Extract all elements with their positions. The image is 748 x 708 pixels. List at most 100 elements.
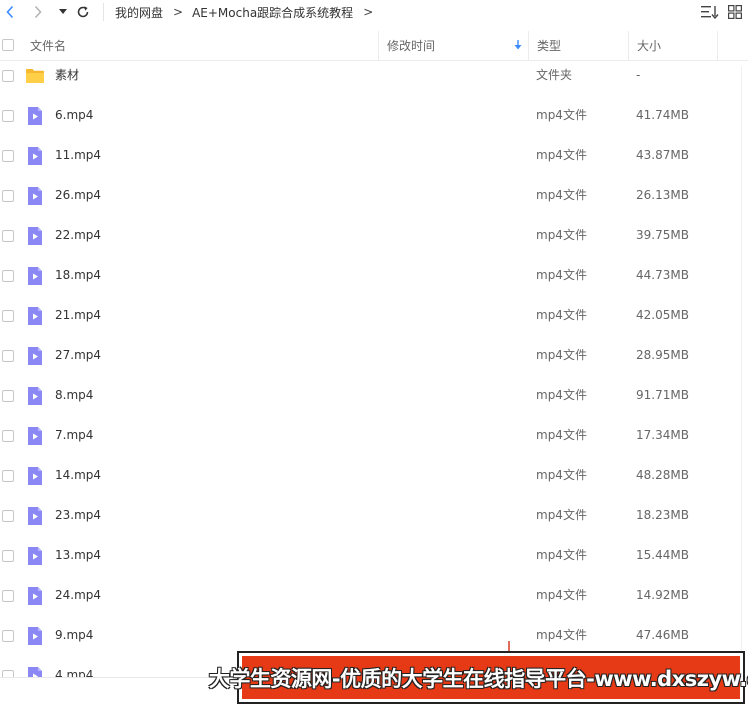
- file-type: mp4文件: [536, 268, 587, 282]
- file-name[interactable]: 21.mp4: [55, 302, 101, 329]
- file-type: mp4文件: [536, 468, 587, 482]
- file-name[interactable]: 18.mp4: [55, 262, 101, 289]
- row-checkbox[interactable]: [2, 150, 14, 162]
- file-size: 17.34MB: [636, 428, 689, 442]
- list-item[interactable]: 8.mp4 mp4文件 91.71MB: [0, 382, 748, 422]
- caret-down-icon: [59, 9, 67, 14]
- header-type[interactable]: 类型: [528, 31, 628, 60]
- file-size: 26.13MB: [636, 188, 689, 202]
- file-name[interactable]: 8.mp4: [55, 382, 93, 409]
- list-item[interactable]: 14.mp4 mp4文件 48.28MB: [0, 462, 748, 502]
- row-checkbox[interactable]: [2, 310, 14, 322]
- list-item[interactable]: 素材 文件夹 -: [0, 62, 748, 102]
- forward-button[interactable]: [30, 2, 46, 22]
- list-item[interactable]: 22.mp4 mp4文件 39.75MB: [0, 222, 748, 262]
- video-file-icon: [28, 467, 42, 485]
- arrow-down-icon: [514, 40, 522, 50]
- file-size: 44.73MB: [636, 268, 689, 282]
- header-size[interactable]: 大小: [628, 31, 718, 60]
- list-item[interactable]: 7.mp4 mp4文件 17.34MB: [0, 422, 748, 462]
- video-file-icon: [28, 147, 42, 165]
- watermark-inner: 大学生资源网-优质的大学生在线指导平台-www.dxszyw.cn: [209, 656, 748, 699]
- file-name[interactable]: 9.mp4: [55, 622, 93, 649]
- sort-button[interactable]: [700, 3, 720, 21]
- file-size: 15.44MB: [636, 548, 689, 562]
- file-name[interactable]: 26.mp4: [55, 182, 101, 209]
- select-all-checkbox[interactable]: [2, 39, 14, 51]
- file-type: mp4文件: [536, 228, 587, 242]
- file-name[interactable]: 11.mp4: [55, 142, 101, 169]
- refresh-icon: [77, 6, 89, 18]
- list-item[interactable]: 23.mp4 mp4文件 18.23MB: [0, 502, 748, 542]
- header-name[interactable]: 文件名: [22, 31, 378, 60]
- breadcrumb-item-root[interactable]: 我的网盘: [115, 4, 163, 21]
- row-checkbox[interactable]: [2, 190, 14, 202]
- row-checkbox[interactable]: [2, 70, 14, 82]
- file-size: 28.95MB: [636, 348, 689, 362]
- file-name[interactable]: 14.mp4: [55, 462, 101, 489]
- file-type: mp4文件: [536, 348, 587, 362]
- vertical-scrollbar[interactable]: [741, 66, 748, 678]
- video-file-icon: [28, 427, 42, 445]
- file-type: mp4文件: [536, 188, 587, 202]
- toolbar: 我的网盘 > AE+Mocha跟踪合成系统教程 >: [0, 0, 748, 24]
- file-size: 47.46MB: [636, 628, 689, 642]
- row-checkbox[interactable]: [2, 430, 14, 442]
- view-toggle-button[interactable]: [726, 3, 744, 21]
- file-name[interactable]: 6.mp4: [55, 102, 93, 129]
- header-name-label: 文件名: [30, 39, 67, 53]
- watermark-text: 大学生资源网-优质的大学生在线指导平台-www.dxszyw.cn: [208, 666, 748, 691]
- video-file-icon: [28, 387, 42, 405]
- file-name[interactable]: 22.mp4: [55, 222, 101, 249]
- list-item[interactable]: 26.mp4 mp4文件 26.13MB: [0, 182, 748, 222]
- list-item[interactable]: 27.mp4 mp4文件 28.95MB: [0, 342, 748, 382]
- video-file-icon: [28, 507, 42, 525]
- video-file-icon: [28, 187, 42, 205]
- row-checkbox[interactable]: [2, 110, 14, 122]
- watermark-banner: 大学生资源网-优质的大学生在线指导平台-www.dxszyw.cn: [209, 651, 748, 704]
- back-button[interactable]: [2, 2, 18, 22]
- file-type: mp4文件: [536, 628, 587, 642]
- file-name[interactable]: 7.mp4: [55, 422, 93, 449]
- file-name[interactable]: 素材: [55, 62, 79, 89]
- header-modified-time[interactable]: 修改时间: [378, 31, 528, 60]
- list-item[interactable]: 18.mp4 mp4文件 44.73MB: [0, 262, 748, 302]
- row-checkbox[interactable]: [2, 630, 14, 642]
- file-size: 41.74MB: [636, 108, 689, 122]
- list-item[interactable]: 24.mp4 mp4文件 14.92MB: [0, 582, 748, 622]
- file-list: 素材 文件夹 - 6.mp4 mp4文件 41.74MB 11.mp4 mp4文…: [0, 61, 748, 678]
- list-item[interactable]: 11.mp4 mp4文件 43.87MB: [0, 142, 748, 182]
- header-size-label: 大小: [637, 39, 662, 53]
- video-file-icon: [28, 307, 42, 325]
- list-item[interactable]: 6.mp4 mp4文件 41.74MB: [0, 102, 748, 142]
- list-item[interactable]: 21.mp4 mp4文件 42.05MB: [0, 302, 748, 342]
- file-type: mp4文件: [536, 108, 587, 122]
- row-checkbox[interactable]: [2, 470, 14, 482]
- row-checkbox[interactable]: [2, 230, 14, 242]
- file-name[interactable]: 27.mp4: [55, 342, 101, 369]
- folder-icon: [26, 69, 44, 83]
- video-file-icon: [28, 267, 42, 285]
- breadcrumb-item-current[interactable]: AE+Mocha跟踪合成系统教程: [192, 4, 353, 21]
- file-name[interactable]: 13.mp4: [55, 542, 101, 569]
- file-type: mp4文件: [536, 388, 587, 402]
- row-checkbox[interactable]: [2, 510, 14, 522]
- file-size: 39.75MB: [636, 228, 689, 242]
- video-file-icon: [28, 347, 42, 365]
- sort-list-icon: [701, 6, 719, 19]
- history-dropdown-button[interactable]: [57, 2, 69, 22]
- file-size: 43.87MB: [636, 148, 689, 162]
- file-name[interactable]: 4.mp4: [55, 662, 93, 678]
- breadcrumb-separator: >: [173, 5, 184, 19]
- row-checkbox[interactable]: [2, 550, 14, 562]
- list-item[interactable]: 13.mp4 mp4文件 15.44MB: [0, 542, 748, 582]
- video-file-icon: [28, 587, 42, 605]
- chevron-right-icon: [34, 5, 42, 19]
- row-checkbox[interactable]: [2, 350, 14, 362]
- row-checkbox[interactable]: [2, 590, 14, 602]
- row-checkbox[interactable]: [2, 270, 14, 282]
- row-checkbox[interactable]: [2, 390, 14, 402]
- file-name[interactable]: 23.mp4: [55, 502, 101, 529]
- file-name[interactable]: 24.mp4: [55, 582, 101, 609]
- refresh-button[interactable]: [74, 2, 92, 22]
